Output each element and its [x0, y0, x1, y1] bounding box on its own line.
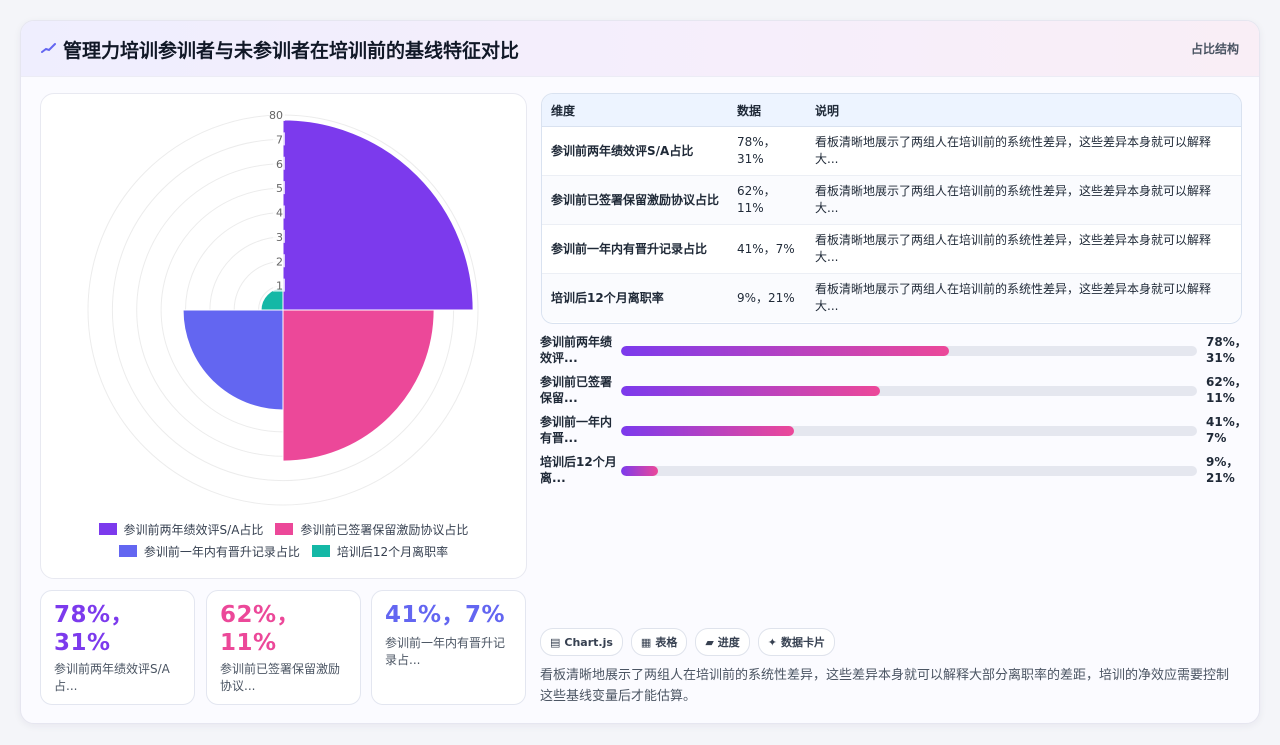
progress-row: 参训前已签署保留... 62%，11%: [540, 374, 1247, 414]
stat-label: 参训前已签署保留激励协议...: [220, 662, 341, 693]
column-header: 数据: [728, 94, 806, 127]
progress-track: [621, 426, 1197, 436]
stat-value: 62%，11%: [220, 602, 301, 656]
progress-fill: [621, 386, 881, 396]
legend-label: 参训前两年绩效评S/A占比: [123, 522, 264, 537]
chart-type-tag: 占比结构: [1190, 42, 1239, 56]
tag-label: 表格: [655, 636, 678, 649]
cell-description: 看板清晰地展示了两组人在培训前的系统性差异，这些差异本身就可以解释大...: [806, 224, 1241, 274]
stat-label: 参训前两年绩效评S/A占...: [54, 662, 170, 693]
progress-row: 参训前一年内有晋... 41%，7%: [540, 414, 1247, 454]
cell-dimension: 参训前一年内有晋升记录占比: [542, 224, 728, 274]
legend-item[interactable]: 参训前两年绩效评S/A占比: [98, 521, 264, 538]
tag-label: 进度: [717, 636, 740, 649]
table-row: 参训前已签署保留激励协议占比 62%，11% 看板清晰地展示了两组人在培训前的系…: [542, 175, 1241, 225]
trend-icon: [41, 43, 56, 53]
progress-value: 41%，7%: [1206, 415, 1247, 445]
radial-tick-label: 7: [276, 133, 283, 146]
stat-label: 参训前一年内有晋升记录占...: [385, 636, 506, 667]
progress-label: 参训前一年内有晋...: [540, 415, 613, 445]
legend-swatch: [118, 545, 137, 557]
legend-label: 参训前一年内有晋升记录占比: [143, 544, 300, 559]
tag-table[interactable]: ▦ 表格: [630, 628, 688, 656]
table-row: 参训前两年绩效评S/A占比 78%，31% 看板清晰地展示了两组人在培训前的系统…: [542, 126, 1241, 176]
legend-swatch: [311, 545, 330, 557]
progress-value: 78%，31%: [1206, 335, 1247, 365]
progress-list: 参训前两年绩效评... 78%，31% 参训前已签署保留... 62%，11% …: [540, 334, 1247, 494]
progress-label: 参训前已签署保留...: [540, 375, 613, 405]
legend-item[interactable]: 参训前已签署保留激励协议占比: [275, 521, 468, 538]
cell-data: 78%，31%: [728, 126, 806, 176]
summary-text: 看板清晰地展示了两组人在培训前的系统性差异，这些差异本身就可以解释大部分离职率的…: [540, 668, 1230, 704]
cell-description: 看板清晰地展示了两组人在培训前的系统性差异，这些差异本身就可以解释大...: [806, 273, 1241, 322]
table-row: 培训后12个月离职率 9%，21% 看板清晰地展示了两组人在培训前的系统性差异，…: [542, 273, 1241, 322]
column-header: 维度: [542, 94, 728, 127]
polar-slice[interactable]: [182, 309, 284, 411]
tag-label: 数据卡片: [781, 636, 826, 649]
legend-item[interactable]: 参训前一年内有晋升记录占比: [118, 543, 300, 560]
progress-value: 62%，11%: [1206, 375, 1247, 405]
radial-tick-label: 80: [269, 109, 283, 122]
progress-value: 9%，21%: [1206, 455, 1239, 485]
stat-card: 62%，11% 参训前已签署保留激励协议...: [206, 590, 361, 705]
legend-swatch: [275, 523, 294, 535]
tag-chartjs[interactable]: ▤ Chart.js: [540, 628, 623, 656]
page-title: 管理力培训参训者与未参训者在培训前的基线特征对比: [63, 40, 520, 62]
chart-icon: ▤: [550, 635, 561, 649]
cell-description: 看板清晰地展示了两组人在培训前的系统性差异，这些差异本身就可以解释大...: [806, 126, 1241, 176]
data-table: 维度 数据 说明 参训前两年绩效评S/A占比 78%，31% 看板清晰地展示了两…: [541, 93, 1242, 324]
tag-progress[interactable]: ▰ 进度: [695, 628, 750, 656]
polar-slice[interactable]: [282, 309, 435, 462]
table-icon: ▦: [640, 635, 652, 649]
tag-label: Chart.js: [564, 635, 613, 649]
radial-tick-label: 1: [276, 280, 283, 293]
sparkle-icon: ✦: [767, 635, 778, 649]
cell-dimension: 参训前已签署保留激励协议占比: [542, 175, 728, 225]
progress-fill: [621, 426, 794, 436]
cell-data: 9%，21%: [728, 273, 806, 322]
tag-data-cards[interactable]: ✦ 数据卡片: [757, 628, 836, 656]
legend-swatch: [98, 523, 117, 535]
tech-tags: ▤ Chart.js ▦ 表格 ▰ 进度 ✦ 数据卡片: [540, 628, 836, 656]
polar-chart-panel: 1 2 3 4 5 6 7 80 参训前两年绩效评S/A占比 参训前已签署保留激励协议占比 参…: [40, 93, 527, 579]
radial-tick-label: 4: [276, 207, 283, 220]
polar-area-chart: 1 2 3 4 5 6 7 80: [87, 108, 479, 506]
radial-tick-label: 5: [276, 182, 283, 195]
progress-icon: ▰: [705, 635, 714, 649]
stat-value: 41%，7%: [385, 602, 506, 628]
radial-tick-label: 3: [276, 231, 283, 244]
legend-item[interactable]: 培训后12个月离职率: [311, 543, 449, 560]
progress-track: [621, 346, 1197, 356]
radial-tick-label: 6: [276, 158, 283, 171]
progress-row: 培训后12个月离... 9%，21%: [540, 454, 1240, 494]
table-header-row: 维度 数据 说明: [542, 94, 1241, 127]
header-bar: 管理力培训参训者与未参训者在培训前的基线特征对比 占比结构: [21, 21, 1259, 77]
cell-description: 看板清晰地展示了两组人在培训前的系统性差异，这些差异本身就可以解释大...: [806, 175, 1241, 225]
table-row: 参训前一年内有晋升记录占比 41%，7% 看板清晰地展示了两组人在培训前的系统性…: [542, 224, 1241, 274]
stat-card: 41%，7% 参训前一年内有晋升记录占...: [371, 590, 526, 705]
polar-slice[interactable]: [282, 119, 474, 311]
progress-row: 参训前两年绩效评... 78%，31%: [540, 334, 1247, 374]
progress-track: [621, 466, 1197, 476]
legend-label: 培训后12个月离职率: [336, 544, 449, 559]
chart-legend: 参训前两年绩效评S/A占比 参训前已签署保留激励协议占比 参训前一年内有晋升记录…: [41, 518, 526, 562]
progress-label: 培训后12个月离...: [540, 455, 617, 485]
cell-dimension: 参训前两年绩效评S/A占比: [542, 126, 728, 176]
progress-label: 参训前两年绩效评...: [540, 335, 613, 365]
cell-data: 41%，7%: [728, 224, 806, 274]
cell-data: 62%，11%: [728, 175, 806, 225]
cell-dimension: 培训后12个月离职率: [542, 273, 728, 322]
progress-fill: [621, 466, 659, 476]
stat-value: 78%，31%: [54, 602, 135, 656]
dashboard-card: 管理力培训参训者与未参训者在培训前的基线特征对比 占比结构 1 2 3 4 5 6 7 80 …: [20, 20, 1260, 724]
progress-track: [621, 386, 1197, 396]
radial-tick-label: 2: [276, 255, 283, 268]
progress-fill: [621, 346, 950, 356]
stat-card: 78%，31% 参训前两年绩效评S/A占...: [40, 590, 195, 705]
column-header: 说明: [806, 94, 1241, 127]
legend-label: 参训前已签署保留激励协议占比: [300, 522, 469, 537]
